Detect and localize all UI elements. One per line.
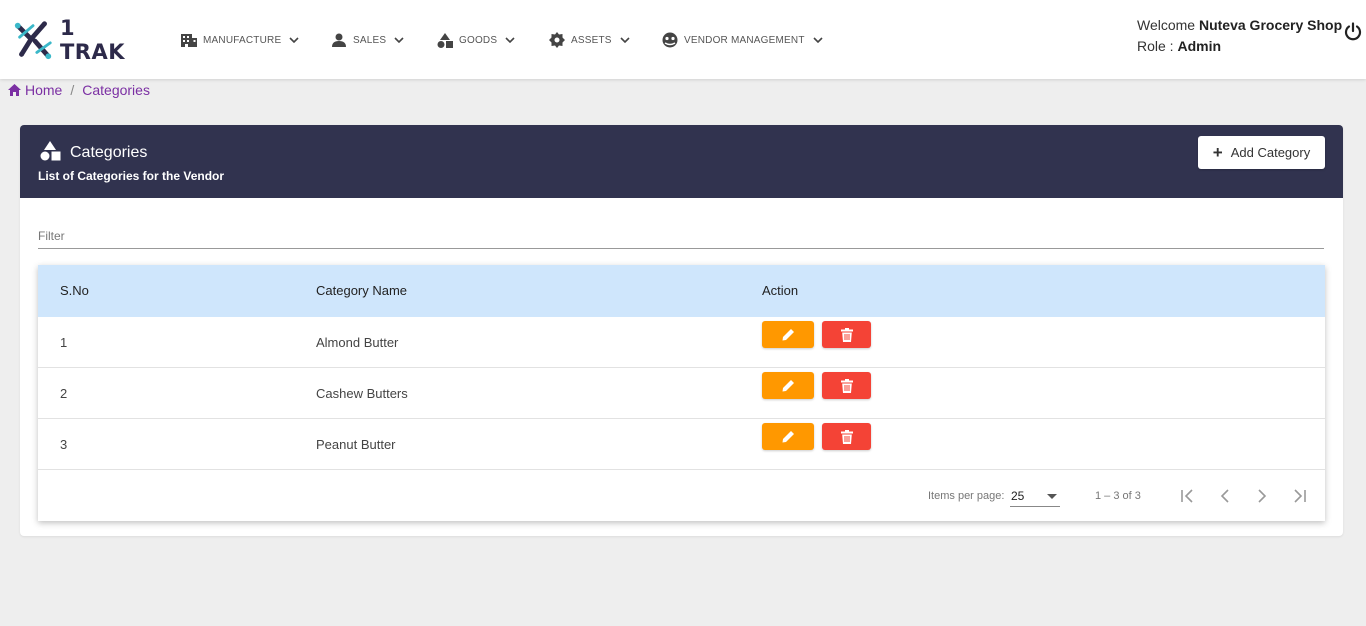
user-info: Welcome Nuteva Grocery Shop Role : Admin bbox=[1137, 15, 1342, 57]
cell-sno: 1 bbox=[60, 335, 68, 350]
logo-text: 1 TRAK bbox=[59, 16, 125, 64]
nav-goods[interactable]: GOODS bbox=[437, 30, 515, 50]
welcome-prefix: Welcome bbox=[1137, 17, 1196, 33]
cell-category-name: Cashew Butters bbox=[316, 386, 408, 401]
pencil-icon bbox=[782, 430, 794, 442]
column-header-sno: S.No bbox=[60, 283, 89, 298]
app-logo[interactable]: 1 TRAK bbox=[12, 16, 144, 64]
plus-icon: + bbox=[1212, 143, 1223, 162]
nav-manufacture-label: MANUFACTURE bbox=[203, 34, 282, 46]
add-category-button[interactable]: + Add Category bbox=[1198, 136, 1325, 169]
cell-sno: 3 bbox=[60, 437, 68, 452]
delete-button[interactable] bbox=[822, 372, 871, 399]
chevron-down-icon bbox=[620, 35, 630, 45]
trash-icon bbox=[840, 327, 853, 342]
last-page-button[interactable] bbox=[1289, 486, 1309, 506]
column-header-category-name: Category Name bbox=[316, 283, 408, 298]
cell-category-name: Peanut Butter bbox=[316, 437, 396, 452]
edit-button[interactable] bbox=[762, 321, 814, 348]
logo-mark-icon bbox=[14, 21, 52, 60]
shapes-icon bbox=[437, 32, 453, 48]
shapes-icon bbox=[40, 141, 61, 161]
building-icon bbox=[181, 32, 197, 48]
chevron-right-icon bbox=[1258, 489, 1267, 503]
card-header: Categories List of Categories for the Ve… bbox=[20, 125, 1343, 198]
page-size-value: 25 bbox=[1011, 489, 1025, 503]
top-navbar: 1 TRAK MANUFACTURE SALES GOODS ASSETS VE bbox=[0, 0, 1366, 79]
table-row: 3 Peanut Butter bbox=[38, 419, 1325, 470]
items-per-page-label: Items per page: bbox=[928, 490, 1005, 502]
user-role: Admin bbox=[1177, 38, 1222, 54]
trash-icon bbox=[840, 429, 853, 444]
nav-vendor-management[interactable]: VENDOR MANAGEMENT bbox=[662, 30, 823, 50]
nav-sales[interactable]: SALES bbox=[331, 30, 404, 50]
breadcrumb-home[interactable]: Home bbox=[25, 82, 62, 98]
previous-page-button[interactable] bbox=[1215, 486, 1235, 506]
column-header-action: Action bbox=[762, 283, 799, 298]
table-header: S.No Category Name Action bbox=[38, 265, 1325, 317]
nav-assets-label: ASSETS bbox=[571, 34, 612, 46]
home-icon bbox=[8, 84, 21, 96]
nav-goods-label: GOODS bbox=[459, 34, 498, 46]
chevron-down-icon bbox=[505, 35, 515, 45]
role-prefix: Role : bbox=[1137, 38, 1174, 54]
table-row: 1 Almond Butter bbox=[38, 317, 1325, 368]
cell-sno: 2 bbox=[60, 386, 68, 401]
nav-vendor-management-label: VENDOR MANAGEMENT bbox=[684, 34, 805, 46]
categories-card: Categories List of Categories for the Ve… bbox=[20, 125, 1343, 536]
breadcrumb-separator: / bbox=[70, 82, 75, 98]
dropdown-arrow-icon bbox=[1047, 494, 1057, 499]
paginator: Items per page: 25 1 – 3 of 3 bbox=[38, 471, 1325, 521]
filter-input[interactable] bbox=[38, 223, 1324, 249]
page-range-label: 1 – 3 of 3 bbox=[1095, 490, 1141, 502]
breadcrumb: Home / Categories bbox=[8, 81, 150, 99]
handshake-icon bbox=[662, 32, 678, 48]
cell-category-name: Almond Butter bbox=[316, 335, 399, 350]
trash-icon bbox=[840, 378, 853, 393]
breadcrumb-categories[interactable]: Categories bbox=[82, 82, 150, 98]
chevron-down-icon bbox=[394, 35, 404, 45]
edit-button[interactable] bbox=[762, 423, 814, 450]
add-category-label: Add Category bbox=[1230, 145, 1311, 160]
page-title: Categories bbox=[70, 144, 148, 161]
nav-assets[interactable]: ASSETS bbox=[549, 30, 630, 50]
page-size-select[interactable]: 25 bbox=[1010, 485, 1060, 507]
first-page-button[interactable] bbox=[1178, 486, 1198, 506]
chevron-down-icon bbox=[813, 35, 823, 45]
page-subtitle: List of Categories for the Vendor bbox=[38, 169, 225, 183]
chevron-down-icon bbox=[289, 35, 299, 45]
delete-button[interactable] bbox=[822, 321, 871, 348]
first-page-icon bbox=[1181, 489, 1193, 503]
pencil-icon bbox=[782, 379, 794, 391]
edit-button[interactable] bbox=[762, 372, 814, 399]
delete-button[interactable] bbox=[822, 423, 871, 450]
next-page-button[interactable] bbox=[1252, 486, 1272, 506]
user-name: Nuteva Grocery Shop bbox=[1198, 17, 1343, 33]
power-icon[interactable] bbox=[1343, 22, 1363, 42]
pencil-icon bbox=[782, 328, 794, 340]
nav-sales-label: SALES bbox=[353, 34, 387, 46]
person-icon bbox=[331, 32, 347, 48]
table-row: 2 Cashew Butters bbox=[38, 368, 1325, 419]
chevron-left-icon bbox=[1220, 489, 1229, 503]
last-page-icon bbox=[1294, 489, 1306, 503]
gear-icon bbox=[549, 32, 565, 48]
categories-table: S.No Category Name Action 1 Almond Butte… bbox=[38, 265, 1325, 521]
nav-manufacture[interactable]: MANUFACTURE bbox=[181, 30, 299, 50]
